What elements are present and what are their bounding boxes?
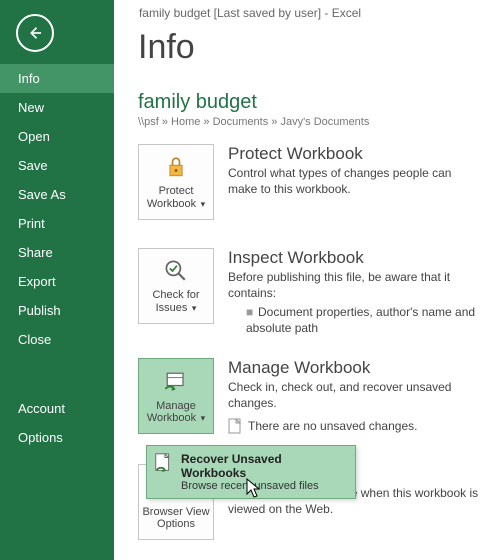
back-button[interactable] [16, 14, 54, 52]
chevron-down-icon: ▾ [198, 199, 205, 209]
tile-protect-workbook[interactable]: Protect Workbook ▾ [138, 144, 214, 220]
sidebar-item-new[interactable]: New [0, 93, 114, 122]
tile-label: Protect Workbook [147, 185, 196, 210]
workbook-refresh-icon [162, 368, 190, 396]
sidebar-item-open[interactable]: Open [0, 122, 114, 151]
inspect-item: ■Document properties, author's name and … [228, 305, 480, 336]
sidebar-item-options[interactable]: Options [0, 423, 114, 452]
desc-protect-workbook: Control what types of changes people can… [228, 166, 480, 197]
arrow-left-icon [26, 24, 44, 42]
sidebar-item-export[interactable]: Export [0, 267, 114, 296]
sidebar-item-share[interactable]: Share [0, 238, 114, 267]
tile-check-for-issues[interactable]: Check for Issues ▾ [138, 248, 214, 324]
menu-item-recover-unsaved[interactable]: Recover Unsaved Workbooks Browse recent … [147, 446, 355, 498]
document-icon [228, 418, 242, 434]
recover-file-icon [153, 452, 175, 474]
sidebar-item-account[interactable]: Account [0, 394, 114, 423]
sidebar-item-save-as[interactable]: Save As [0, 180, 114, 209]
sidebar-item-info[interactable]: Info [0, 64, 114, 93]
document-path: \\psf » Home » Documents » Javy's Docume… [138, 116, 480, 128]
section-protect-workbook: Protect Workbook ▾ Protect Workbook Cont… [138, 144, 480, 220]
heading-protect-workbook: Protect Workbook [228, 144, 480, 164]
section-manage-workbook: Manage Workbook ▾ Manage Workbook Check … [138, 358, 480, 434]
heading-inspect-workbook: Inspect Workbook [228, 248, 480, 268]
sidebar-item-close[interactable]: Close [0, 325, 114, 354]
document-title: family budget [138, 91, 480, 114]
page-title: Info [138, 28, 480, 67]
menu-item-title: Recover Unsaved Workbooks [181, 452, 347, 480]
heading-manage-workbook: Manage Workbook [228, 358, 480, 378]
section-inspect-workbook: Check for Issues ▾ Inspect Workbook Befo… [138, 248, 480, 336]
tile-label: Manage Workbook [147, 400, 196, 425]
sidebar-item-print[interactable]: Print [0, 209, 114, 238]
lock-icon [162, 153, 190, 181]
desc-manage-workbook: Check in, check out, and recover unsaved… [228, 380, 480, 411]
sidebar-item-publish[interactable]: Publish [0, 296, 114, 325]
menu-item-desc: Browse recent unsaved files [181, 480, 347, 492]
manage-workbook-menu: Recover Unsaved Workbooks Browse recent … [146, 445, 356, 499]
backstage-sidebar: Info New Open Save Save As Print Share E… [0, 0, 114, 560]
sidebar-item-save[interactable]: Save [0, 151, 114, 180]
desc-inspect-lead: Before publishing this file, be aware th… [228, 270, 480, 301]
tile-label: Browser View Options [142, 506, 209, 531]
chevron-down-icon: ▾ [189, 303, 196, 313]
tile-manage-workbook[interactable]: Manage Workbook ▾ [138, 358, 214, 434]
chevron-down-icon: ▾ [198, 413, 205, 423]
magnifier-check-icon [162, 257, 190, 285]
unsaved-status: There are no unsaved changes. [228, 418, 480, 434]
